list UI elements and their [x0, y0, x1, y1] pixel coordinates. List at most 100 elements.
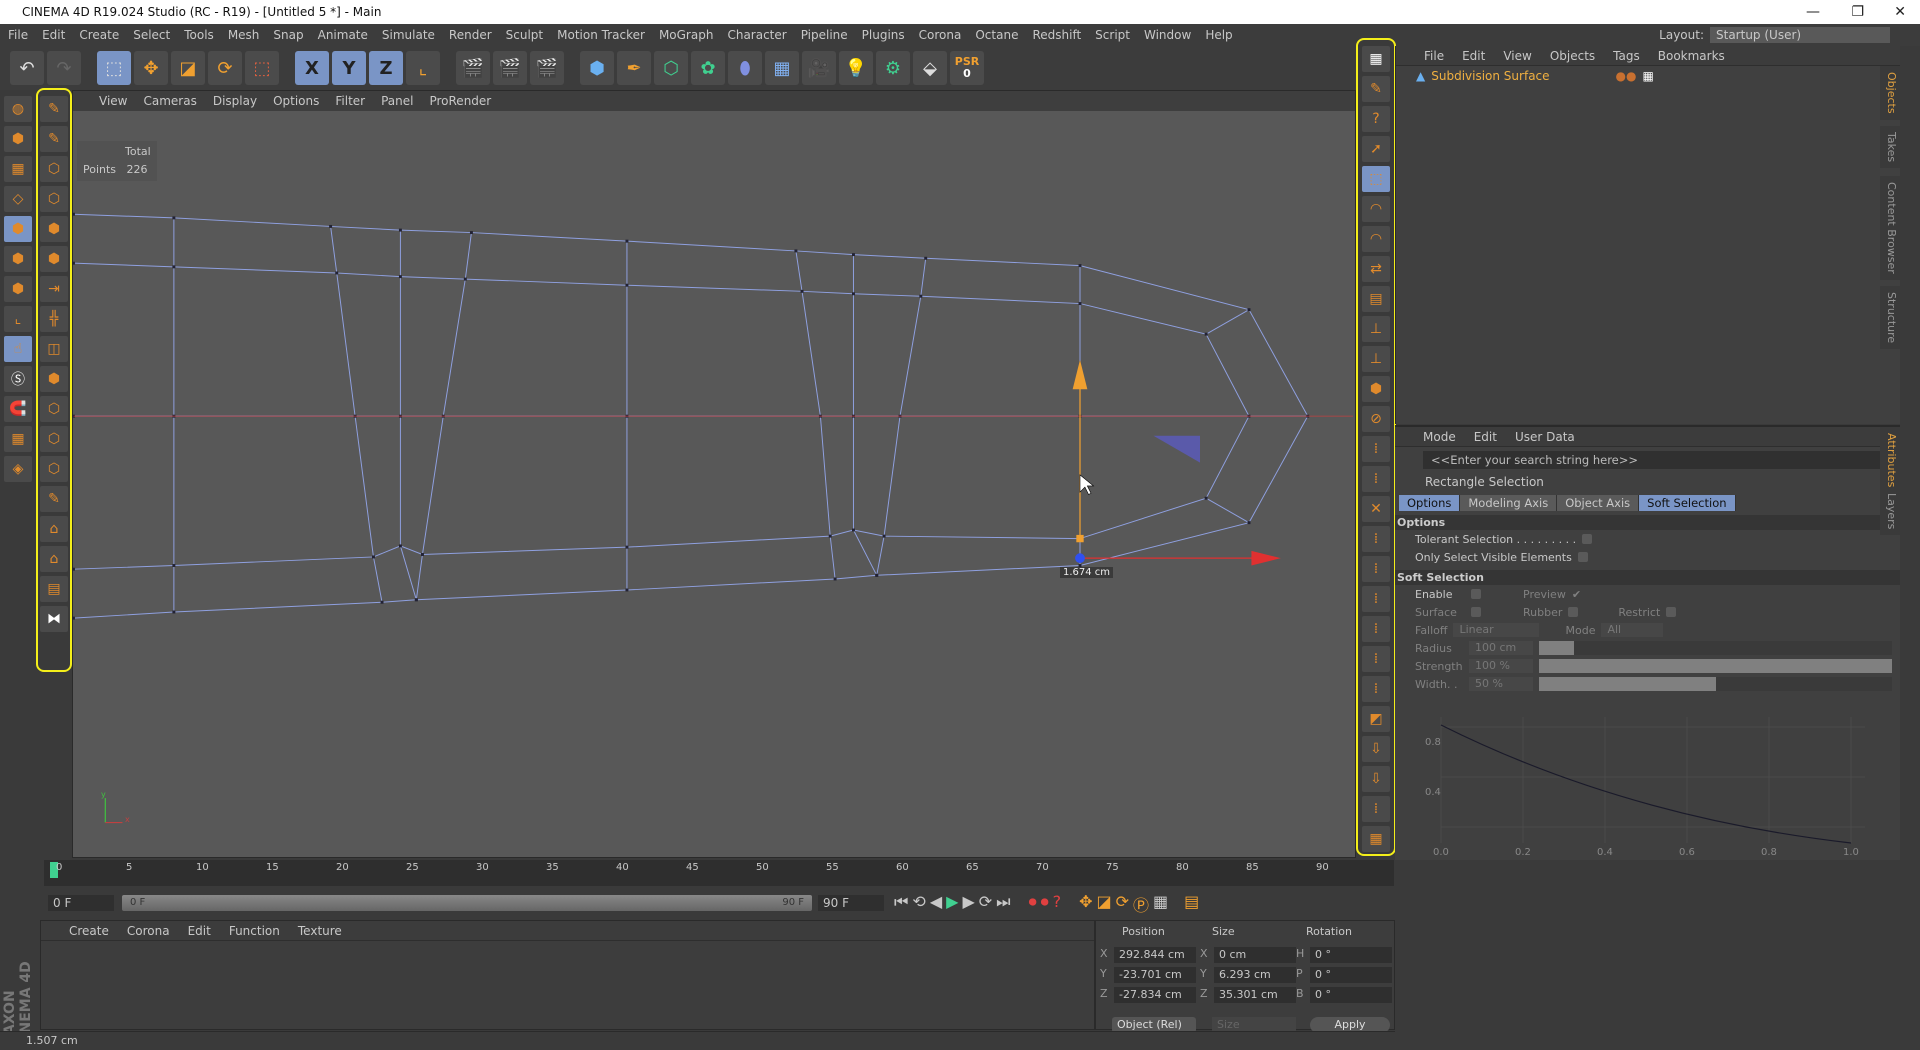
tool-icon[interactable]: ⁞	[1362, 616, 1390, 642]
tool-icon[interactable]: ⬢	[40, 366, 68, 392]
menu-octane[interactable]: Octane	[975, 28, 1018, 42]
objects-menu-edit[interactable]: Edit	[1462, 49, 1485, 63]
coord-field[interactable]: -27.834 cm	[1114, 987, 1196, 1003]
tool-icon[interactable]: ⇥	[40, 276, 68, 302]
object-name[interactable]: Subdivision Surface	[1431, 69, 1549, 83]
tags-icon[interactable]: ⬙	[913, 51, 947, 85]
minimize-button[interactable]: —	[1806, 0, 1820, 24]
select-icon[interactable]: ➚	[1362, 136, 1390, 162]
tab-options[interactable]: Options	[1399, 495, 1461, 511]
help-icon[interactable]: ?	[1362, 106, 1390, 132]
checker-icon[interactable]: ▦	[1362, 46, 1390, 72]
menu-tools[interactable]: Tools	[184, 28, 214, 42]
pla-key-icon[interactable]: ▦	[1153, 892, 1168, 916]
enable-checkbox[interactable]	[1471, 589, 1481, 599]
tab-soft-selection[interactable]: Soft Selection	[1639, 495, 1736, 511]
menu-script[interactable]: Script	[1095, 28, 1130, 42]
tab-takes[interactable]: Takes	[1880, 126, 1900, 169]
strength-slider[interactable]	[1539, 659, 1892, 673]
material-menu-create[interactable]: Create	[69, 924, 109, 938]
keyframe-selection-icon[interactable]: ?	[1053, 892, 1062, 916]
tab-modeling-axis[interactable]: Modeling Axis	[1460, 495, 1558, 511]
points-mode-icon[interactable]: ⬢	[4, 216, 32, 242]
menu-plugins[interactable]: Plugins	[862, 28, 905, 42]
workplane-icon[interactable]: ◇	[4, 186, 32, 212]
autokey-icon[interactable]: ⏺	[1041, 892, 1049, 916]
menu-motion-tracker[interactable]: Motion Tracker	[557, 28, 645, 42]
viewport[interactable]: View Cameras Display Options Filter Panel ProR…	[72, 90, 1356, 858]
rect-select-icon[interactable]: ⬚	[1362, 166, 1390, 192]
make-editable-icon[interactable]: ◍	[4, 96, 32, 122]
record-icon[interactable]: ⏺	[1029, 892, 1037, 916]
timeline-window-icon[interactable]: ▤	[1184, 892, 1199, 916]
tool-icon[interactable]: ▤	[40, 576, 68, 602]
menu-simulate[interactable]: Simulate	[382, 28, 435, 42]
menu-render[interactable]: Render	[449, 28, 492, 42]
texture-mode-icon[interactable]: ▦	[4, 156, 32, 182]
go-to-end-icon[interactable]: ⏭	[996, 892, 1010, 916]
tool-icon[interactable]: ◫	[40, 336, 68, 362]
render-settings-icon[interactable]: 🎬	[530, 51, 564, 85]
tool-icon[interactable]: ⬡	[40, 426, 68, 452]
tool-icon[interactable]: ⬡	[40, 456, 68, 482]
tab-attributes[interactable]: Attributes	[1880, 427, 1900, 494]
coord-field[interactable]: 0 °	[1310, 987, 1392, 1003]
model-mode-icon[interactable]: ⬢	[4, 126, 32, 152]
coordinate-system-icon[interactable]: ⌞	[406, 51, 440, 85]
tool-icon[interactable]: ⊥	[1362, 346, 1390, 372]
tool-icon[interactable]: ⧓	[40, 606, 68, 632]
scale-key-icon[interactable]: ◪	[1097, 892, 1112, 916]
menu-redshift[interactable]: Redshift	[1032, 28, 1081, 42]
move-icon[interactable]: ✥	[134, 51, 168, 85]
play-icon[interactable]: ▶	[946, 892, 958, 916]
object-row[interactable]: ▲ Subdivision Surface ●● ▦	[1396, 66, 1900, 86]
menu-window[interactable]: Window	[1144, 28, 1191, 42]
attributes-menu-edit[interactable]: Edit	[1474, 430, 1497, 444]
tool-icon[interactable]: ╬	[40, 306, 68, 332]
only-visible-checkbox[interactable]	[1577, 552, 1588, 562]
material-menu-texture[interactable]: Texture	[298, 924, 342, 938]
menu-animate[interactable]: Animate	[318, 28, 368, 42]
tool-icon[interactable]: ◠	[1362, 226, 1390, 252]
previous-frame-icon[interactable]: ◀	[930, 892, 942, 916]
objects-menu-file[interactable]: File	[1424, 49, 1444, 63]
previous-key-icon[interactable]: ⟲	[912, 892, 925, 916]
menu-file[interactable]: File	[8, 28, 28, 42]
tab-object-axis[interactable]: Object Axis	[1557, 495, 1640, 511]
objects-menu-bookmarks[interactable]: Bookmarks	[1658, 49, 1725, 63]
workplane-grid-icon[interactable]: ▦	[4, 426, 32, 452]
coord-field[interactable]: -23.701 cm	[1114, 967, 1196, 983]
scale-icon[interactable]: ◪	[171, 51, 205, 85]
attributes-menu-mode[interactable]: Mode	[1423, 430, 1456, 444]
go-to-start-icon[interactable]: ⏮	[894, 892, 908, 916]
mode-dropdown[interactable]: All	[1601, 623, 1664, 637]
y-axis-lock-button[interactable]: Y	[332, 51, 366, 85]
width-field[interactable]: 50 %	[1469, 677, 1533, 691]
tool-icon[interactable]: ◠	[1362, 196, 1390, 222]
preview-checkbox[interactable]: ✔	[1572, 588, 1581, 601]
tool-icon[interactable]: ⁞	[1362, 466, 1390, 492]
falloff-dropdown[interactable]: Linear	[1453, 623, 1540, 637]
surface-checkbox[interactable]	[1471, 607, 1481, 617]
z-axis-lock-button[interactable]: Z	[369, 51, 403, 85]
viewport-menu-options[interactable]: Options	[273, 94, 319, 108]
next-key-icon[interactable]: ⟳	[979, 892, 992, 916]
tool-icon[interactable]: ✕	[1362, 496, 1390, 522]
next-frame-icon[interactable]: ▶	[962, 892, 974, 916]
snap-icon[interactable]: 🧲	[4, 396, 32, 422]
menu-help[interactable]: Help	[1205, 28, 1232, 42]
falloff-graph[interactable]: 0.0 0.2 0.4 0.6 0.8 1.0 0.8 0.4	[1425, 717, 1875, 857]
material-menu-edit[interactable]: Edit	[188, 924, 211, 938]
tool-icon[interactable]: ▤	[1362, 286, 1390, 312]
tool-icon[interactable]: ⊥	[1362, 316, 1390, 342]
light-icon[interactable]: 💡	[839, 51, 873, 85]
redo-icon[interactable]: ↷	[47, 51, 81, 85]
coord-field[interactable]: 292.844 cm	[1114, 947, 1196, 963]
tool-icon[interactable]: ⬡	[40, 156, 68, 182]
cloner-icon[interactable]: ✿	[691, 51, 725, 85]
position-key-icon[interactable]: ✥	[1079, 892, 1092, 916]
objects-menu-tags[interactable]: Tags	[1613, 49, 1640, 63]
live-selection-icon[interactable]: ⬚	[97, 51, 131, 85]
coord-field[interactable]: 0 cm	[1214, 947, 1296, 963]
tool-icon[interactable]: ⌂	[40, 516, 68, 542]
